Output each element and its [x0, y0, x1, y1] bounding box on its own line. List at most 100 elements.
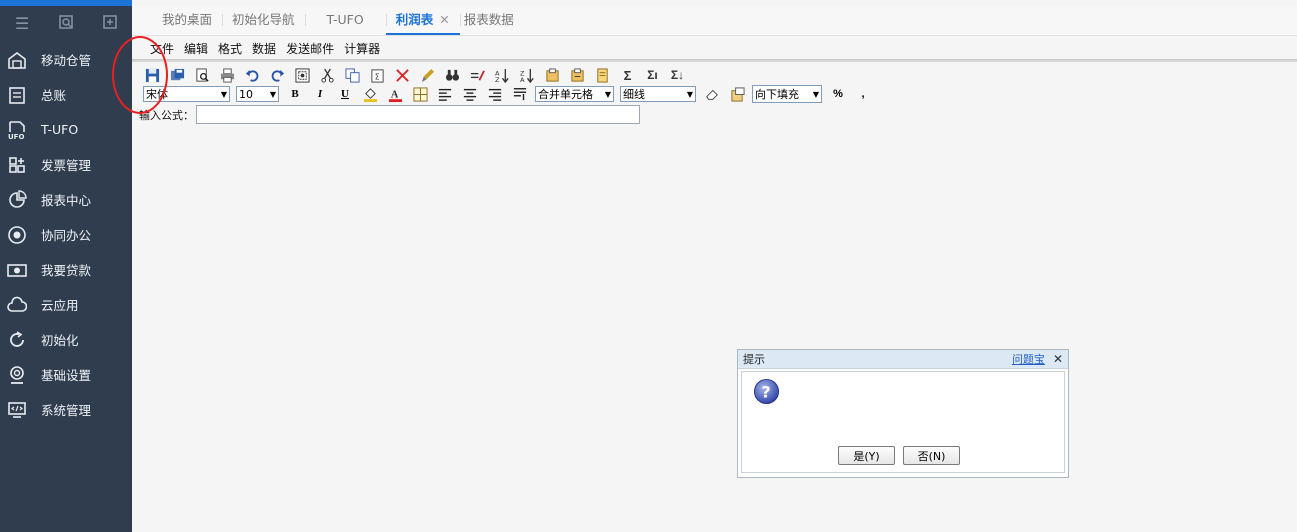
sidebar-item-label: 系统管理: [41, 403, 92, 418]
fill-down-select[interactable]: 向下填充 ▼: [752, 85, 822, 103]
tab-my-desktop[interactable]: 我的桌面: [152, 5, 222, 35]
copy-icon[interactable]: [343, 66, 362, 85]
format-brush-icon[interactable]: [418, 66, 437, 85]
menu-format[interactable]: 格式: [218, 40, 242, 57]
paste-icon[interactable]: Σ: [368, 66, 387, 85]
fill-color-icon[interactable]: [360, 85, 380, 103]
sort-descending-icon[interactable]: ZA: [518, 66, 537, 85]
vertical-align-icon[interactable]: [510, 85, 530, 103]
sort-ascending-icon[interactable]: AZ: [493, 66, 512, 85]
select-all-icon[interactable]: [293, 66, 312, 85]
sidebar-item-collaboration[interactable]: 协同办公: [0, 217, 132, 252]
find-icon[interactable]: [443, 66, 462, 85]
merge-cells-select[interactable]: 合并单元格 ▼: [535, 86, 614, 102]
undo-icon[interactable]: [243, 66, 262, 85]
underline-button[interactable]: U: [335, 85, 355, 103]
font-size-select[interactable]: 10 ▼: [236, 86, 279, 102]
question-icon: ?: [753, 378, 780, 405]
redo-icon[interactable]: [268, 66, 287, 85]
delete-icon[interactable]: [393, 66, 412, 85]
search-doc-icon[interactable]: [55, 14, 77, 35]
sidebar-item-basic-settings[interactable]: 基础设置: [0, 357, 132, 392]
code-monitor-icon: [6, 399, 28, 421]
cut-icon[interactable]: [318, 66, 337, 85]
tab-label: 报表数据: [463, 12, 514, 27]
percent-button[interactable]: %: [828, 85, 848, 103]
dialog-body: ? 是(Y) 否(N): [741, 371, 1065, 473]
save-icon[interactable]: [143, 66, 162, 85]
sidebar-item-loan[interactable]: 我要贷款: [0, 252, 132, 287]
sidebar-item-invoice[interactable]: 发票管理: [0, 147, 132, 182]
menu-calculator[interactable]: 计算器: [344, 40, 380, 57]
font-select[interactable]: 宋体 ▼: [143, 86, 230, 102]
prompt-dialog: 提示 问题宝 ✕ ? 是(Y) 否(N): [737, 349, 1069, 478]
svg-text:UFO: UFO: [8, 133, 24, 140]
formula-label: 输入公式：: [139, 108, 194, 122]
merge-cells-value: 合并单元格: [538, 88, 593, 101]
dialog-header: 提示 问题宝 ✕: [738, 350, 1068, 369]
align-right-icon[interactable]: [485, 85, 505, 103]
standard-toolbar: Σ AZ ZA Σ Σı Σ↓: [143, 65, 693, 85]
sidebar-item-report-center[interactable]: 报表中心: [0, 182, 132, 217]
thousands-separator-button[interactable]: ,: [853, 85, 873, 103]
font-color-icon[interactable]: A: [385, 85, 405, 103]
invoice-icon: [6, 154, 28, 176]
sum-icon[interactable]: Σ: [618, 66, 637, 85]
tab-report-data[interactable]: 报表数据: [459, 5, 524, 35]
sidebar-item-label: T-UFO: [41, 122, 79, 137]
border-style-select[interactable]: 细线 ▼: [620, 86, 696, 102]
ufo-report-icon: UFO: [6, 119, 28, 141]
add-doc-icon[interactable]: [99, 14, 121, 35]
svg-text:Σ: Σ: [375, 72, 380, 81]
align-left-icon[interactable]: [435, 85, 455, 103]
align-center-icon[interactable]: [460, 85, 480, 103]
insert-row-icon[interactable]: [543, 66, 562, 85]
collaboration-icon: [6, 224, 28, 246]
tab-t-ufo[interactable]: T-UFO: [304, 5, 386, 35]
warehouse-icon: [6, 49, 28, 71]
borders-icon[interactable]: [410, 85, 430, 103]
italic-button[interactable]: I: [310, 85, 330, 103]
tab-init-guide[interactable]: 初始化导航: [222, 5, 305, 35]
tab-label: 我的桌面: [162, 12, 213, 27]
sidebar-item-label: 初始化: [41, 333, 79, 348]
fill-down-value: 向下填充: [755, 88, 799, 101]
print-preview-icon[interactable]: [193, 66, 212, 85]
column-sum-icon[interactable]: Σ↓: [668, 66, 687, 85]
menu-send-email[interactable]: 发送邮件: [286, 40, 334, 57]
sidebar-item-cloud-apps[interactable]: 云应用: [0, 287, 132, 322]
insert-column-icon[interactable]: [568, 66, 587, 85]
close-icon[interactable]: ✕: [1053, 352, 1063, 366]
print-icon[interactable]: [218, 66, 237, 85]
formula-bar: 输入公式：: [139, 105, 640, 124]
sheet-icon[interactable]: [593, 66, 612, 85]
menu-data[interactable]: 数据: [252, 40, 276, 57]
sidebar-item-mobile-warehouse[interactable]: 移动仓管: [0, 42, 132, 77]
sidebar-item-general-ledger[interactable]: 总账: [0, 77, 132, 112]
sidebar-item-system-management[interactable]: 系统管理: [0, 392, 132, 427]
row-sum-icon[interactable]: Σı: [643, 66, 662, 85]
save-as-icon[interactable]: [168, 66, 187, 85]
dropdown-arrow-icon: ▼: [686, 89, 693, 99]
menu-edit[interactable]: 编辑: [184, 40, 208, 57]
formula-input[interactable]: [196, 105, 640, 124]
menu-icon[interactable]: ☰: [11, 14, 33, 34]
sidebar-item-label: 基础设置: [41, 368, 92, 383]
menu-file[interactable]: 文件: [150, 40, 174, 57]
close-icon[interactable]: ✕: [439, 12, 449, 27]
sidebar-item-initialize[interactable]: 初始化: [0, 322, 132, 357]
eraser-icon[interactable]: [702, 85, 722, 103]
bold-button[interactable]: B: [285, 85, 305, 103]
yes-button[interactable]: 是(Y): [838, 446, 895, 465]
sidebar-item-label: 协同办公: [41, 228, 92, 243]
no-button[interactable]: 否(N): [903, 446, 960, 465]
clipboard-format-icon[interactable]: [727, 85, 747, 103]
help-link[interactable]: 问题宝: [1012, 351, 1045, 367]
webcam-settings-icon: [6, 364, 28, 386]
sidebar-item-label: 发票管理: [41, 158, 92, 173]
replace-icon[interactable]: [468, 66, 487, 85]
tab-profit-statement[interactable]: 利润表 ✕: [385, 5, 460, 35]
sidebar-item-label: 我要贷款: [41, 263, 92, 278]
tab-label: 初始化导航: [232, 12, 295, 27]
sidebar-item-t-ufo[interactable]: UFO T-UFO: [0, 112, 132, 147]
